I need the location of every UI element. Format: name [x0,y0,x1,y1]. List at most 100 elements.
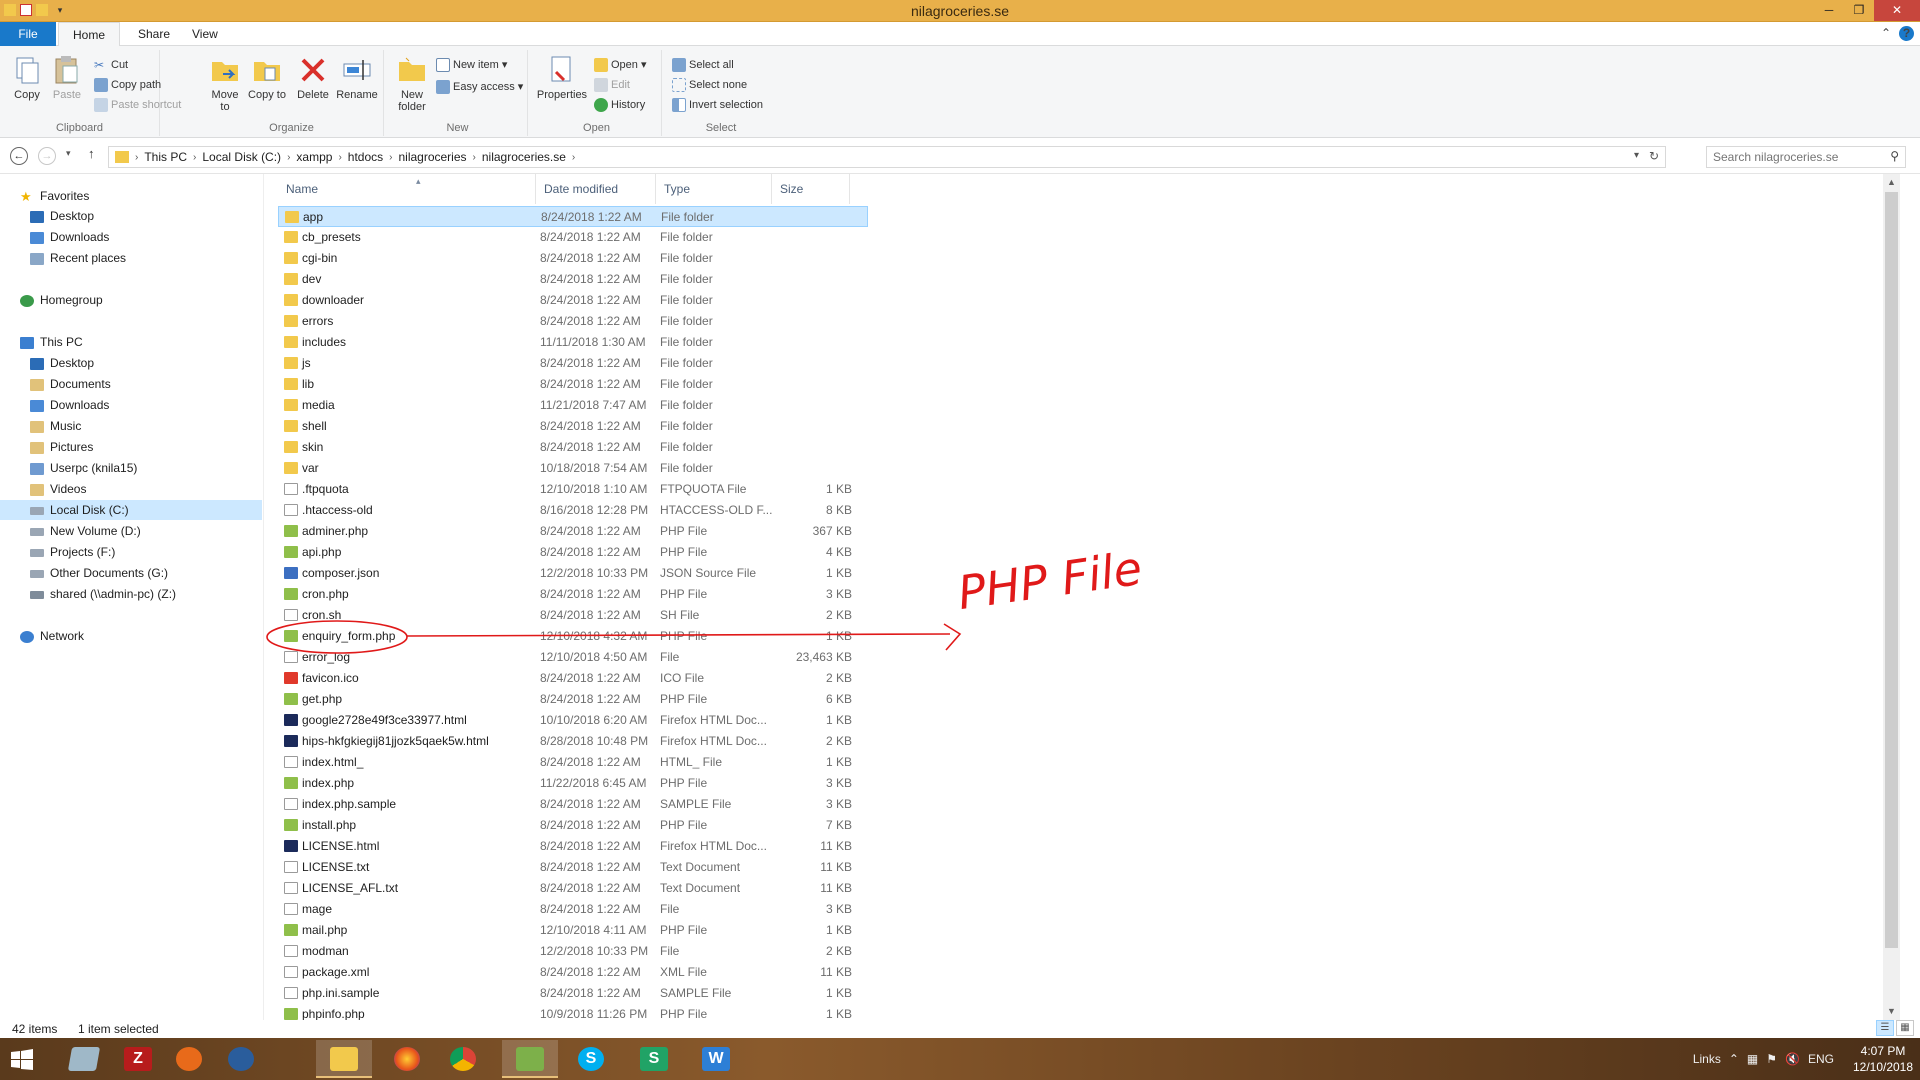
chevron-right-icon[interactable]: › [193,152,196,163]
file-row[interactable]: var 10/18/2018 7:54 AM File folder [278,458,1118,479]
scroll-down-icon[interactable]: ▼ [1883,1003,1900,1020]
tab-file[interactable]: File [0,22,56,46]
nav-favorites-downloads[interactable]: Downloads [30,227,109,247]
nav-pc-projects-f[interactable]: Projects (F:) [30,542,115,562]
taskbar-app-3[interactable] [214,1040,270,1078]
column-header-name[interactable]: Name ▴ [278,174,536,204]
delete-button[interactable]: Delete [294,54,332,101]
nav-pc-local-disk-c[interactable]: Local Disk (C:) [0,500,262,520]
language-indicator[interactable]: ENG [1808,1052,1834,1066]
nav-pc-other-documents-g[interactable]: Other Documents (G:) [30,563,168,583]
tab-share[interactable]: Share [124,22,184,46]
rename-button[interactable]: Rename [336,54,378,101]
forward-button[interactable]: → [38,147,56,165]
nav-homegroup[interactable]: Homegroup [20,290,103,310]
taskbar-app-1[interactable]: Z [110,1040,166,1078]
tray-links[interactable]: Links [1693,1052,1721,1066]
file-row[interactable]: mail.php 12/10/2018 4:11 AM PHP File 1 KB [278,920,1118,941]
file-row[interactable]: index.php 11/22/2018 6:45 AM PHP File 3 KB [278,773,1118,794]
action-center-icon[interactable]: ⚑ [1766,1052,1777,1066]
chevron-right-icon[interactable]: › [287,152,290,163]
file-row[interactable]: cgi-bin 8/24/2018 1:22 AM File folder [278,248,1118,269]
copy-to-button[interactable]: Copy to [248,54,286,101]
new-folder-button[interactable]: New folder [392,54,432,113]
invert-selection-button[interactable]: Invert selection [672,96,763,114]
taskbar-app-5[interactable] [380,1040,436,1078]
nav-pc-documents[interactable]: Documents [30,374,111,394]
column-header-type[interactable]: Type [656,174,772,204]
file-row[interactable]: mage 8/24/2018 1:22 AM File 3 KB [278,899,1118,920]
file-row[interactable]: dev 8/24/2018 1:22 AM File folder [278,269,1118,290]
clock[interactable]: 4:07 PM 12/10/2018 [1846,1043,1920,1075]
chevron-right-icon[interactable]: › [473,152,476,163]
file-row[interactable]: skin 8/24/2018 1:22 AM File folder [278,437,1118,458]
file-row[interactable]: php.ini.sample 8/24/2018 1:22 AM SAMPLE Fi… [278,983,1118,1004]
file-row[interactable]: .htaccess-old 8/16/2018 12:28 PM HTACCESS-… [278,500,1118,521]
file-row[interactable]: LICENSE.txt 8/24/2018 1:22 AM Text Documen… [278,857,1118,878]
breadcrumb-htdocs[interactable]: htdocs [348,150,383,164]
breadcrumb-local-disk[interactable]: Local Disk (C:) [202,150,281,164]
large-icons-view-icon[interactable]: ▦ [1896,1020,1914,1036]
file-row[interactable]: lib 8/24/2018 1:22 AM File folder [278,374,1118,395]
tab-home[interactable]: Home [58,22,121,47]
file-row[interactable]: LICENSE_AFL.txt 8/24/2018 1:22 AM Text Doc… [278,878,1118,899]
file-row[interactable]: install.php 8/24/2018 1:22 AM PHP File 7 KB [278,815,1118,836]
file-row[interactable]: api.php 8/24/2018 1:22 AM PHP File 4 KB [278,542,1118,563]
taskbar-app-8[interactable]: S [564,1040,620,1078]
nav-favorites[interactable]: ★ Favorites [20,186,89,206]
search-input[interactable] [1707,147,1877,167]
copy-path-button[interactable]: Copy path [94,76,161,94]
nav-pc-shared-z[interactable]: shared (\\admin-pc) (Z:) [30,584,176,604]
up-arrow-icon[interactable]: ↑ [88,146,95,161]
breadcrumb-xampp[interactable]: xampp [296,150,332,164]
history-button[interactable]: History [594,96,645,114]
nav-network[interactable]: Network [20,626,84,646]
address-box[interactable]: › This PC › Local Disk (C:) › xampp › ht… [108,146,1666,168]
chevron-right-icon[interactable]: › [389,152,392,163]
easy-access-button[interactable]: Easy access ▾ [436,78,523,96]
file-row[interactable]: cb_presets 8/24/2018 1:22 AM File folder [278,227,1118,248]
properties-button[interactable]: Properties [536,54,588,101]
file-row[interactable]: .ftpquota 12/10/2018 1:10 AM FTPQUOTA File… [278,479,1118,500]
refresh-icon[interactable]: ↻ [1649,149,1659,163]
volume-muted-icon[interactable]: 🔇 [1785,1052,1800,1066]
file-row[interactable]: includes 11/11/2018 1:30 AM File folder [278,332,1118,353]
file-row[interactable]: index.php.sample 8/24/2018 1:22 AM SAMPLE … [278,794,1118,815]
paste-button[interactable]: Paste [48,54,86,101]
cut-button[interactable]: ✂ Cut [94,56,128,74]
file-row[interactable]: package.xml 8/24/2018 1:22 AM XML File 11 K… [278,962,1118,983]
select-all-button[interactable]: Select all [672,56,734,74]
file-row[interactable]: error_log 12/10/2018 4:50 AM File 23,463 KB [278,647,1118,668]
file-row[interactable]: enquiry_form.php 12/10/2018 4:32 AM PHP Fi… [278,626,1118,647]
breadcrumb-nilagroceries-se[interactable]: nilagroceries.se [482,150,566,164]
nav-pc-pictures[interactable]: Pictures [30,437,93,457]
nav-this-pc[interactable]: This PC [20,332,83,352]
collapse-ribbon-icon[interactable]: ⌃ [1881,26,1891,41]
back-button[interactable]: ← [10,147,28,165]
taskbar-app-10[interactable]: W [688,1040,744,1078]
file-row[interactable]: app 8/24/2018 1:22 AM File folder [278,206,868,227]
file-row[interactable]: modman 12/2/2018 10:33 PM File 2 KB [278,941,1118,962]
scrollbar-thumb[interactable] [1885,192,1898,948]
nav-pc-userpc[interactable]: Userpc (knila15) [30,458,137,478]
chevron-down-icon[interactable]: ▾ [1634,150,1639,161]
file-row[interactable]: cron.sh 8/24/2018 1:22 AM SH File 2 KB [278,605,1118,626]
chevron-right-icon[interactable]: › [338,152,341,163]
file-row[interactable]: hips-hkfgkiegij81jjozk5qaek5w.html 8/28/2… [278,731,1118,752]
nav-pc-music[interactable]: Music [30,416,81,436]
select-none-button[interactable]: Select none [672,76,747,94]
file-row[interactable]: downloader 8/24/2018 1:22 AM File folder [278,290,1118,311]
search-icon[interactable]: ⚲ [1890,149,1899,163]
file-row[interactable]: adminer.php 8/24/2018 1:22 AM PHP File 367 … [278,521,1118,542]
column-header-date[interactable]: Date modified [536,174,656,204]
nav-pc-new-volume-d[interactable]: New Volume (D:) [30,521,141,541]
new-item-button[interactable]: New item ▾ [436,56,507,74]
copy-button[interactable]: Copy [8,54,46,101]
minimize-button[interactable]: ─ [1814,0,1844,21]
breadcrumb-this-pc[interactable]: This PC [144,150,187,164]
nav-pc-desktop[interactable]: Desktop [30,353,94,373]
windows-start-icon[interactable] [10,1048,34,1072]
chevron-right-icon[interactable]: › [135,152,138,163]
nav-favorites-desktop[interactable]: Desktop [30,206,94,226]
chevron-up-icon[interactable]: ⌃ [1729,1052,1739,1066]
